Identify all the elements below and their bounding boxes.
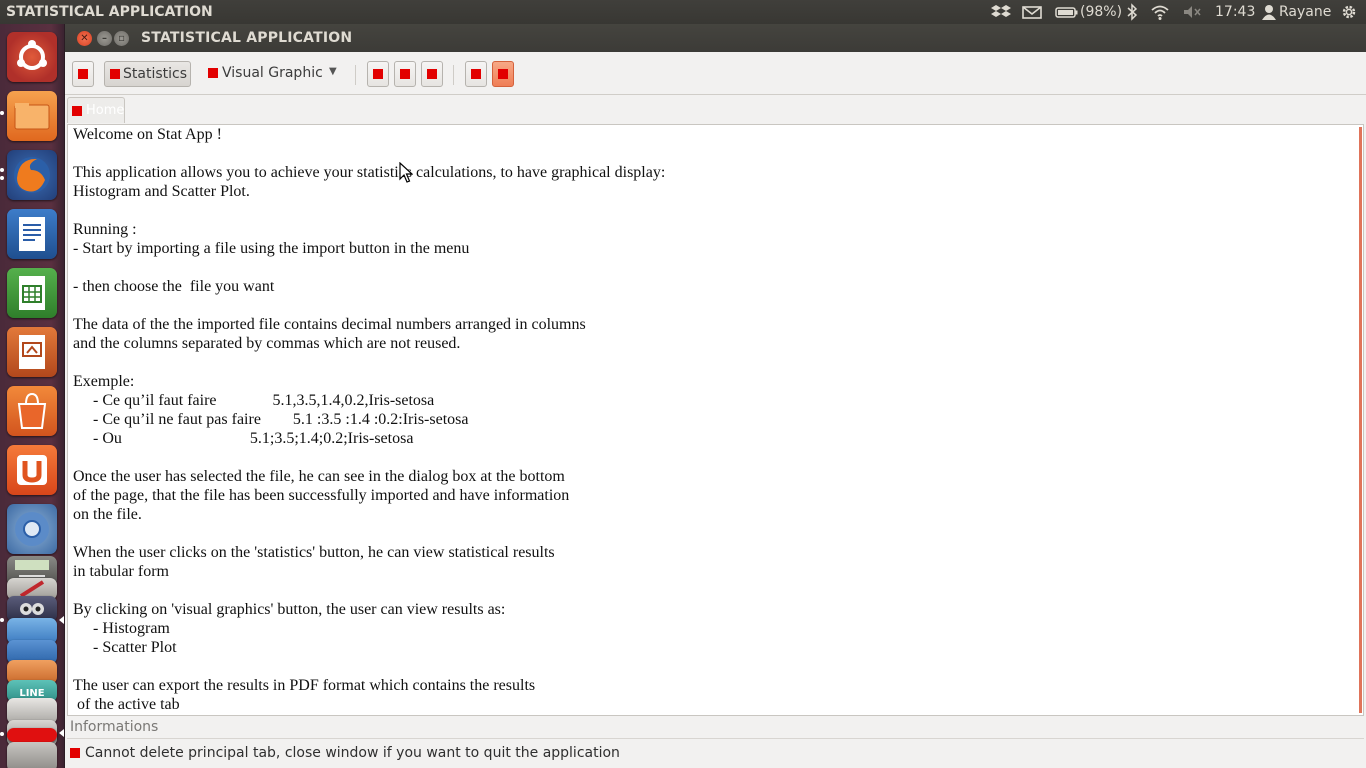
settings-gear-icon[interactable] [1340,3,1358,21]
export-pdf-button[interactable] [492,61,514,87]
maximize-icon: ▫ [118,33,125,44]
tab-home-label: Home [86,103,125,118]
user-name[interactable]: Rayane [1279,3,1331,21]
chevron-down-icon: ▼ [329,66,337,77]
stat-app-icon[interactable] [7,728,57,742]
info-message: Cannot delete principal tab, close windo… [85,745,620,761]
running-indicator [0,618,4,622]
toolbar-separator [453,65,454,85]
battery-percent: (98%) [1080,4,1123,20]
running-indicator [0,168,4,172]
home-tab-icon [72,106,82,116]
toolbar: Statistics Visual Graphic ▼ [65,52,1366,95]
ubuntu-dash-icon[interactable] [7,32,57,82]
running-indicator [0,732,4,736]
close-window-button[interactable]: ✕ [77,31,92,46]
visual-graphic-label: Visual Graphic [222,65,323,81]
bluetooth-icon[interactable] [1126,3,1138,21]
tab-bar: Home [65,95,1366,124]
focused-window-arrow [59,729,64,737]
export-pdf-icon [498,69,508,79]
minimize-window-button[interactable]: – [97,31,112,46]
informations-label: Informations [70,719,159,735]
software-center-icon[interactable] [7,386,57,436]
files-icon[interactable] [7,91,57,141]
statistics-icon [110,69,120,79]
action-1-icon [373,69,383,79]
clock-time[interactable]: 17:43 [1215,3,1255,21]
running-indicator [0,111,4,115]
window-titlebar[interactable]: ✕ – ▫ STATISTICAL APPLICATION [65,24,1366,52]
top-panel: STATISTICAL APPLICATION (98%) 17:43 Raya… [0,0,1366,24]
statistics-button[interactable]: Statistics [104,61,191,87]
mail-icon[interactable] [1022,3,1042,21]
toolbar-separator [355,65,356,85]
info-message-icon [70,748,80,758]
toolbar-action-button-2[interactable] [394,61,416,87]
active-window-arrow [59,616,64,624]
action-2-icon [400,69,410,79]
home-content-panel[interactable]: Welcome on Stat App ! This application a… [67,124,1364,716]
tab-home[interactable]: Home [67,97,125,123]
maximize-window-button[interactable]: ▫ [114,31,129,46]
toolbar-action-button-1[interactable] [367,61,389,87]
user-icon [1262,3,1276,21]
launcher: LINE [0,24,65,768]
statistics-label: Statistics [123,66,187,82]
informations-box: Cannot delete principal tab, close windo… [67,738,1364,766]
wifi-icon[interactable] [1150,3,1170,21]
close-icon: ✕ [80,33,89,44]
import-icon [78,69,88,79]
running-indicator [0,176,4,180]
libreoffice-impress-icon[interactable] [7,327,57,377]
welcome-text: Welcome on Stat App ! This application a… [73,126,666,713]
libreoffice-writer-icon[interactable] [7,209,57,259]
action-4-icon [471,69,481,79]
trash-icon[interactable] [7,742,57,768]
top-panel-app-name: STATISTICAL APPLICATION [6,4,213,20]
window-title: STATISTICAL APPLICATION [141,30,353,46]
toolbar-action-button-3[interactable] [421,61,443,87]
ubuntu-one-icon[interactable] [7,445,57,495]
visual-graphic-menu-button[interactable]: Visual Graphic ▼ [203,61,345,87]
minimize-icon: – [102,33,107,44]
firefox-icon[interactable] [7,150,57,200]
action-3-icon [427,69,437,79]
dropbox-icon[interactable] [990,3,1012,21]
scroll-indicator[interactable] [1359,127,1362,713]
libreoffice-calc-icon[interactable] [7,268,57,318]
volume-icon[interactable] [1182,3,1202,21]
import-button[interactable] [72,61,94,87]
chromium-icon[interactable] [7,504,57,554]
toolbar-action-button-4[interactable] [465,61,487,87]
mouse-cursor-icon [399,162,413,183]
battery-icon[interactable] [1055,3,1079,21]
visual-graphic-icon [208,68,218,78]
